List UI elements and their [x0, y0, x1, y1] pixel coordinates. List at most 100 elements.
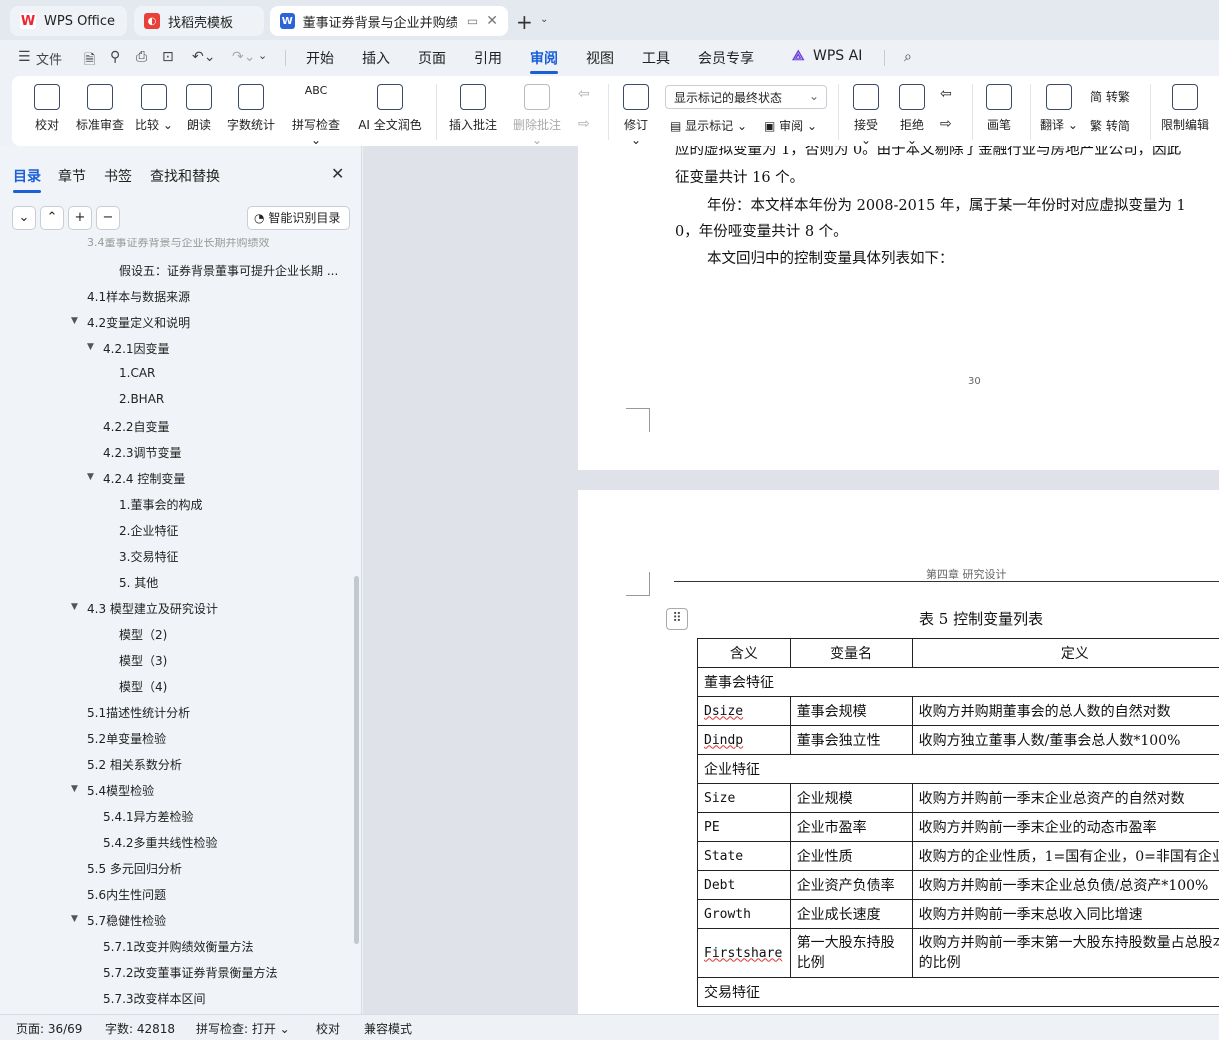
compare-button[interactable]: 比较 ⌄ — [134, 84, 174, 133]
toc-item[interactable]: 5.7.3改变样本区间 — [103, 990, 206, 1007]
next-comment-icon[interactable]: ⇨ — [578, 116, 590, 132]
toc-item[interactable]: 2.企业特征 — [119, 522, 178, 539]
wps-ai-icon[interactable]: ⟁ — [792, 48, 805, 64]
table-move-handle[interactable]: ⠿ — [666, 608, 688, 630]
caret-down-icon[interactable]: ▼ — [71, 602, 78, 612]
toc-item[interactable]: ▼ 4.3 模型建立及研究设计 — [71, 600, 218, 617]
remove-heading-button[interactable]: − — [96, 206, 120, 230]
caret-down-icon[interactable]: ▼ — [87, 472, 94, 482]
menu-insert[interactable]: 插入 — [362, 48, 390, 68]
caret-down-icon[interactable]: ▼ — [71, 784, 78, 794]
toc-item[interactable]: 模型（3) — [119, 652, 167, 669]
menu-home[interactable]: 开始 — [306, 48, 334, 68]
toc-item[interactable]: 5.2单变量检验 — [87, 730, 166, 747]
toc-item[interactable]: 1.董事会的构成 — [119, 496, 202, 513]
word-count-indicator[interactable]: 字数: 42818 — [105, 1020, 175, 1037]
ai-polish-button[interactable]: AI 全文润色 — [356, 84, 424, 133]
close-icon[interactable]: ✕ — [486, 13, 498, 29]
file-menu[interactable]: 文件 — [36, 49, 62, 68]
revise-button[interactable]: 修订 ⌄ — [618, 84, 654, 147]
accept-button[interactable]: 接受 ⌄ — [848, 84, 884, 147]
restrict-editing-button[interactable]: 限制编辑 — [1160, 84, 1210, 133]
hamburger-icon[interactable]: ☰ — [18, 49, 31, 65]
tab-find-replace[interactable]: 查找和替换 — [150, 166, 220, 186]
read-aloud-button[interactable]: 朗读 — [184, 84, 214, 133]
next-change-icon[interactable]: ⇨ — [940, 116, 952, 132]
toc-item[interactable]: 5.4.2多重共线性检验 — [103, 834, 218, 851]
review-pane-button[interactable]: ▣ 审阅 ⌄ — [764, 117, 817, 134]
toc-item[interactable]: 5.7.1改变并购绩效衡量方法 — [103, 938, 254, 955]
redo-icon[interactable]: ↷⌄ — [232, 49, 255, 65]
delete-comment-button[interactable]: 删除批注 ⌄ — [508, 84, 566, 147]
save-icon[interactable]: 🗎 — [84, 49, 95, 73]
menu-wps-ai[interactable]: WPS AI — [813, 48, 862, 64]
proof-button[interactable]: 校对 — [32, 84, 62, 133]
toc-item[interactable]: ▼ 4.2.1因变量 — [87, 340, 170, 357]
tab-bookmarks[interactable]: 书签 — [104, 166, 132, 186]
smart-toc-button[interactable]: ◔ 智能识别目录 — [247, 206, 350, 230]
trad-convert-button[interactable]: 简 转繁 — [1090, 88, 1130, 105]
insert-comment-button[interactable]: 插入批注 — [448, 84, 498, 133]
toc-item[interactable]: 1.CAR — [119, 366, 155, 380]
toc-item[interactable]: 3.4董事证券背景与企业长期并购绩效 — [87, 238, 270, 250]
toc-item[interactable]: 模型（2) — [119, 626, 167, 643]
toc-item[interactable]: 5.5 多元回归分析 — [87, 860, 182, 877]
caret-down-icon[interactable]: ▼ — [71, 914, 78, 924]
toc-item[interactable]: 5.6内生性问题 — [87, 886, 166, 903]
toc-item[interactable]: 5.2 相关系数分析 — [87, 756, 182, 773]
tab-document[interactable]: W 董事证券背景与企业并购绩效 ▭ ✕ — [270, 6, 508, 36]
new-tab-icon[interactable]: + — [516, 10, 533, 34]
reject-button[interactable]: 拒绝 ⌄ — [894, 84, 930, 147]
print-preview-icon[interactable]: ⊡ — [162, 49, 174, 65]
page-indicator[interactable]: 页面: 36/69 — [16, 1020, 82, 1037]
spell-check-toggle[interactable]: 拼写检查: 打开 ⌄ — [196, 1020, 290, 1037]
toc-item[interactable]: 5.4.1异方差检验 — [103, 808, 194, 825]
expand-up-button[interactable]: ⌃ — [40, 206, 64, 230]
menu-tools[interactable]: 工具 — [642, 48, 670, 68]
sidebar-scrollbar[interactable] — [354, 576, 359, 944]
menu-view[interactable]: 视图 — [586, 48, 614, 68]
caret-down-icon[interactable]: ▼ — [87, 342, 94, 352]
toc-item[interactable]: 4.2.3调节变量 — [103, 444, 182, 461]
pen-button[interactable]: 画笔 — [984, 84, 1014, 133]
document-canvas[interactable]: 应的虚拟变量为 1，否则为 0。由于本文剔除了金融行业与房地产业公司，因此 征变… — [363, 146, 1219, 1014]
tab-toc[interactable]: 目录 — [13, 166, 41, 193]
chevron-down-icon[interactable]: ⌄ — [540, 14, 548, 25]
toc-item[interactable]: ▼ 4.2.4 控制变量 — [87, 470, 185, 487]
simp-convert-button[interactable]: 繁 转简 — [1090, 117, 1130, 134]
link-icon[interactable]: ⚲ — [110, 49, 120, 65]
translate-button[interactable]: 翻译 ⌄ — [1040, 84, 1078, 133]
standard-review-button[interactable]: 标准审查 — [74, 84, 126, 133]
menu-review[interactable]: 审阅 — [530, 48, 558, 74]
toc-item[interactable]: 5.1描述性统计分析 — [87, 704, 190, 721]
tab-wps-office[interactable]: W WPS Office — [10, 6, 127, 36]
toc-item[interactable]: ▼ 5.7稳健性检验 — [71, 912, 166, 929]
close-icon[interactable]: ✕ — [331, 164, 344, 183]
markup-state-select[interactable]: 显示标记的最终状态 ⌄ — [665, 85, 827, 109]
caret-down-icon[interactable]: ▼ — [71, 316, 78, 326]
menu-references[interactable]: 引用 — [474, 48, 502, 68]
toc-item[interactable]: 4.1样本与数据来源 — [87, 288, 190, 305]
add-heading-button[interactable]: + — [68, 206, 92, 230]
toc-item[interactable]: ▼ 5.4模型检验 — [71, 782, 154, 799]
proof-status[interactable]: 校对 — [316, 1020, 340, 1037]
toc-item[interactable]: 5.7.2改变董事证券背景衡量方法 — [103, 964, 278, 981]
toc-item[interactable]: 5. 其他 — [119, 574, 158, 591]
spell-check-button[interactable]: ABC 拼写检查 ⌄ — [286, 84, 346, 147]
prev-comment-icon[interactable]: ⇦ — [578, 86, 590, 102]
show-markup-button[interactable]: ▤ 显示标记 ⌄ — [670, 117, 747, 134]
toc-item[interactable]: 模型（4) — [119, 678, 167, 695]
print-icon[interactable]: ⎙ — [136, 49, 147, 65]
toc-item[interactable]: 3.交易特征 — [119, 548, 178, 565]
menu-membership[interactable]: 会员专享 — [698, 48, 754, 68]
toc-item[interactable]: ▼ 4.2变量定义和说明 — [71, 314, 190, 331]
collapse-all-button[interactable]: ⌄ — [12, 206, 36, 230]
menu-page[interactable]: 页面 — [418, 48, 446, 68]
prev-change-icon[interactable]: ⇦ — [940, 86, 952, 102]
tab-chapters[interactable]: 章节 — [58, 166, 86, 186]
toc-item[interactable]: 假设五：证券背景董事可提升企业长期 ... — [119, 262, 338, 279]
tab-docer[interactable]: ◐ 找稻壳模板 — [134, 6, 264, 36]
toc-item[interactable]: 2.BHAR — [119, 392, 164, 406]
undo-icon[interactable]: ↶⌄ — [192, 49, 215, 65]
search-icon[interactable]: ⌕ — [904, 49, 912, 65]
